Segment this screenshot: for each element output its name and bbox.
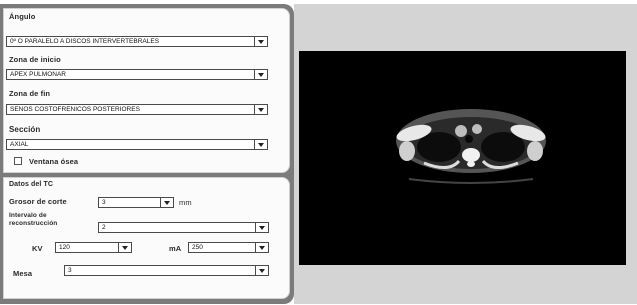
ma-select[interactable]: 250 — [188, 242, 269, 253]
angle-value: 0º O PARALELO A DISCOS INTERVERTEBRALES — [10, 38, 160, 45]
left-scapula — [399, 141, 415, 161]
interval-select[interactable]: 2 — [98, 222, 269, 233]
vessel — [455, 125, 467, 137]
scan-parameters-panel: Ángulo 0º O PARALELO A DISCOS INTERVERTE… — [3, 8, 290, 173]
ct-data-title: Datos del TC — [9, 181, 53, 188]
end-zone-label: Zona de fin — [9, 89, 51, 98]
thickness-label: Grosor de corte — [9, 197, 67, 206]
vessel — [472, 124, 482, 134]
kv-label: KV — [32, 244, 43, 253]
start-zone-value: APEX PULMONAR — [10, 71, 66, 78]
ct-image-viewer[interactable] — [299, 51, 626, 265]
scanner-table — [408, 178, 534, 184]
chevron-down-icon[interactable] — [254, 37, 267, 46]
kv-select[interactable]: 120 — [55, 242, 132, 253]
ma-value: 250 — [192, 244, 203, 251]
end-zone-value: SENOS COSTOFRENICOS POSTERIORES — [10, 106, 140, 113]
chevron-down-icon[interactable] — [118, 243, 131, 252]
end-zone-select[interactable]: SENOS COSTOFRENICOS POSTERIORES — [6, 104, 268, 115]
spinous-process — [467, 161, 475, 167]
bone-window-checkbox[interactable] — [14, 157, 22, 165]
chevron-down-icon[interactable] — [254, 70, 267, 79]
chevron-down-icon[interactable] — [254, 105, 267, 114]
chevron-down-icon[interactable] — [160, 198, 173, 207]
angle-label: Ángulo — [9, 12, 36, 21]
interval-label-line1: Intervalo de — [9, 212, 47, 219]
interval-label-line2: reconstrucción — [9, 220, 58, 227]
section-value: AXIAL — [10, 141, 29, 148]
vertebra — [462, 148, 480, 162]
chevron-down-icon[interactable] — [255, 243, 268, 252]
trachea — [465, 135, 473, 143]
thickness-select[interactable]: 3 — [98, 197, 174, 208]
table-select[interactable]: 3 — [64, 265, 269, 276]
chevron-down-icon[interactable] — [254, 140, 267, 149]
thickness-unit: mm — [179, 198, 192, 207]
chevron-down-icon[interactable] — [255, 266, 268, 275]
axial-ct-image — [396, 109, 546, 184]
start-zone-select[interactable]: APEX PULMONAR — [6, 69, 268, 80]
section-label: Sección — [9, 125, 41, 134]
table-value: 3 — [68, 267, 72, 274]
chevron-down-icon[interactable] — [255, 223, 268, 232]
kv-value: 120 — [59, 244, 70, 251]
interval-value: 2 — [102, 224, 106, 231]
table-label: Mesa — [13, 269, 33, 278]
thickness-value: 3 — [102, 199, 106, 206]
right-scapula — [527, 141, 543, 161]
ct-data-panel: Datos del TC Grosor de corte 3 mm Interv… — [3, 177, 290, 299]
section-select[interactable]: AXIAL — [6, 139, 268, 150]
bone-window-label: Ventana ósea — [29, 157, 79, 166]
angle-select[interactable]: 0º O PARALELO A DISCOS INTERVERTEBRALES — [6, 36, 268, 47]
start-zone-label: Zona de inicio — [9, 55, 61, 64]
ma-label: mA — [169, 244, 182, 253]
